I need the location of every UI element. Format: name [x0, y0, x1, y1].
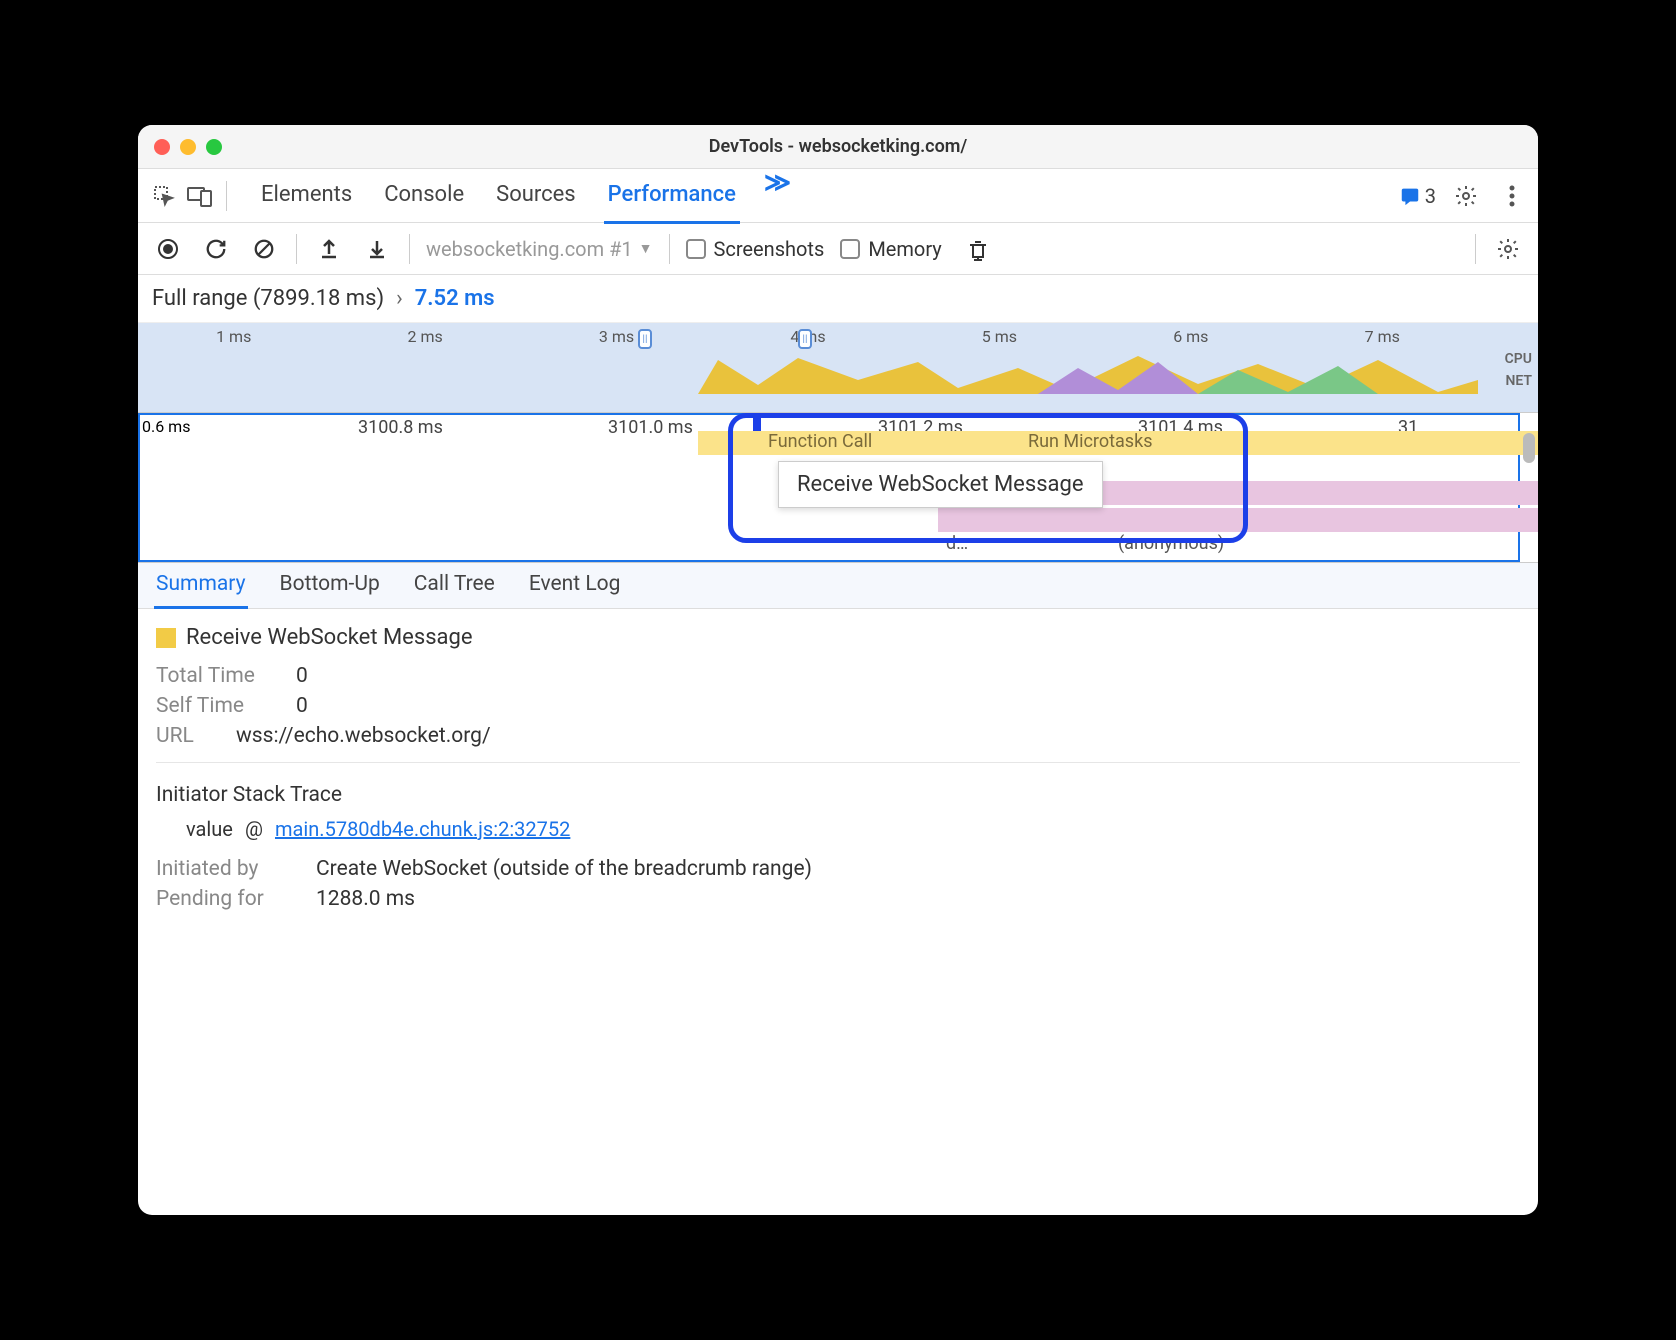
dropdown-triangle-icon: ▼	[639, 240, 653, 257]
message-count: 3	[1425, 184, 1436, 208]
devtools-window: DevTools - websocketking.com/ Elements C…	[138, 125, 1538, 1215]
tabs-overflow-button[interactable]: ≫	[764, 168, 791, 224]
net-label: NET	[1505, 373, 1532, 389]
ov-tick: 5 ms	[982, 327, 1017, 346]
perf-toolbar: websocketking.com #1 ▼ Screenshots Memor…	[138, 223, 1538, 275]
panel-tabs: Elements Console Sources Performance ≫	[257, 168, 1395, 224]
capture-settings-gear-icon[interactable]	[1492, 233, 1524, 265]
detail-tab-bottom-up[interactable]: Bottom-Up	[278, 562, 382, 609]
clear-button[interactable]	[248, 233, 280, 265]
ov-tick: 7 ms	[1365, 327, 1400, 346]
pending-for-value: 1288.0 ms	[316, 887, 415, 911]
close-window-button[interactable]	[154, 139, 170, 155]
overview-row-labels: CPU NET	[1505, 351, 1532, 389]
ov-tick: 3 ms	[599, 327, 634, 346]
ov-tick: 2 ms	[408, 327, 443, 346]
flame-chart[interactable]: 0.6 ms 3100.8 ms 3101.0 ms 3101.2 ms 310…	[138, 413, 1538, 563]
flame-tick: 3101.0 ms	[608, 417, 693, 438]
screenshots-checkbox[interactable]: Screenshots	[686, 237, 825, 261]
total-time-value: 0	[296, 664, 308, 688]
detail-tab-call-tree[interactable]: Call Tree	[412, 562, 497, 609]
detail-tab-event-log[interactable]: Event Log	[527, 562, 623, 609]
selected-range-value[interactable]: 7.52 ms	[415, 286, 495, 311]
tab-sources[interactable]: Sources	[492, 168, 580, 224]
stack-source-link[interactable]: main.5780db4e.chunk.js:2:32752	[275, 817, 570, 841]
divider	[1475, 234, 1476, 264]
checkbox-icon	[840, 239, 860, 259]
settings-gear-icon[interactable]	[1450, 180, 1482, 212]
initiated-by-value: Create WebSocket (outside of the breadcr…	[316, 857, 812, 881]
more-menu-icon[interactable]	[1496, 180, 1528, 212]
detail-tab-summary[interactable]: Summary	[154, 562, 248, 609]
screenshots-label: Screenshots	[714, 237, 825, 261]
overview-handle-right[interactable]	[798, 329, 812, 349]
event-name: Receive WebSocket Message	[186, 625, 473, 650]
ov-tick: 6 ms	[1173, 327, 1208, 346]
minimize-window-button[interactable]	[180, 139, 196, 155]
collect-garbage-button[interactable]	[962, 233, 994, 265]
stack-at: @	[245, 817, 263, 841]
download-profile-button[interactable]	[361, 233, 393, 265]
titlebar: DevTools - websocketking.com/	[138, 125, 1538, 169]
divider	[156, 762, 1520, 763]
flame-tick: 3100.8 ms	[358, 417, 443, 438]
reload-record-button[interactable]	[200, 233, 232, 265]
stack-trace-line: value @ main.5780db4e.chunk.js:2:32752	[186, 817, 1520, 841]
total-time-label: Total Time	[156, 664, 276, 688]
tab-performance[interactable]: Performance	[604, 168, 740, 224]
full-range-label[interactable]: Full range (7899.18 ms)	[152, 286, 384, 311]
device-toolbar-icon[interactable]	[184, 180, 216, 212]
checkbox-icon	[686, 239, 706, 259]
event-color-swatch	[156, 628, 176, 648]
detail-tabs: Summary Bottom-Up Call Tree Event Log	[138, 563, 1538, 609]
window-controls	[154, 139, 222, 155]
stack-fn: value	[186, 817, 233, 841]
pending-for-label: Pending for	[156, 887, 296, 911]
ov-tick: 1 ms	[216, 327, 251, 346]
window-title: DevTools - websocketking.com/	[138, 136, 1538, 157]
right-tools: 3	[1399, 180, 1528, 212]
chevron-right-icon: ›	[396, 286, 403, 311]
flame-tooltip: Receive WebSocket Message	[778, 461, 1103, 508]
summary-panel: Receive WebSocket Message Total Time 0 S…	[138, 609, 1538, 1215]
overview-chart	[138, 350, 1478, 394]
upload-profile-button[interactable]	[313, 233, 345, 265]
record-button[interactable]	[152, 233, 184, 265]
divider	[296, 234, 297, 264]
initiated-by-label: Initiated by	[156, 857, 296, 881]
event-title-row: Receive WebSocket Message	[156, 625, 1520, 650]
memory-checkbox[interactable]: Memory	[840, 237, 941, 261]
recording-name: websocketking.com #1	[426, 237, 633, 261]
divider	[669, 234, 670, 264]
range-breadcrumb: Full range (7899.18 ms) › 7.52 ms	[138, 275, 1538, 323]
self-time-label: Self Time	[156, 694, 276, 718]
tab-elements[interactable]: Elements	[257, 168, 356, 224]
overview-handle-left[interactable]	[638, 329, 652, 349]
console-messages-badge[interactable]: 3	[1399, 184, 1436, 208]
divider	[226, 181, 227, 211]
maximize-window-button[interactable]	[206, 139, 222, 155]
inspect-element-icon[interactable]	[148, 180, 180, 212]
divider	[409, 234, 410, 264]
tab-console[interactable]: Console	[380, 168, 468, 224]
stack-trace-title: Initiator Stack Trace	[156, 783, 1520, 807]
self-time-value: 0	[296, 694, 308, 718]
recording-selector[interactable]: websocketking.com #1 ▼	[426, 237, 653, 261]
url-label: URL	[156, 724, 216, 748]
memory-label: Memory	[868, 237, 941, 261]
flame-tick: 0.6 ms	[142, 417, 190, 436]
url-value: wss://echo.websocket.org/	[236, 724, 491, 748]
main-tabbar: Elements Console Sources Performance ≫ 3	[138, 169, 1538, 223]
cpu-label: CPU	[1505, 351, 1532, 367]
scrollbar-thumb[interactable]	[1523, 433, 1535, 463]
overview-strip[interactable]: 1 ms 2 ms 3 ms 4 ms 5 ms 6 ms 7 ms CPU N…	[138, 323, 1538, 413]
